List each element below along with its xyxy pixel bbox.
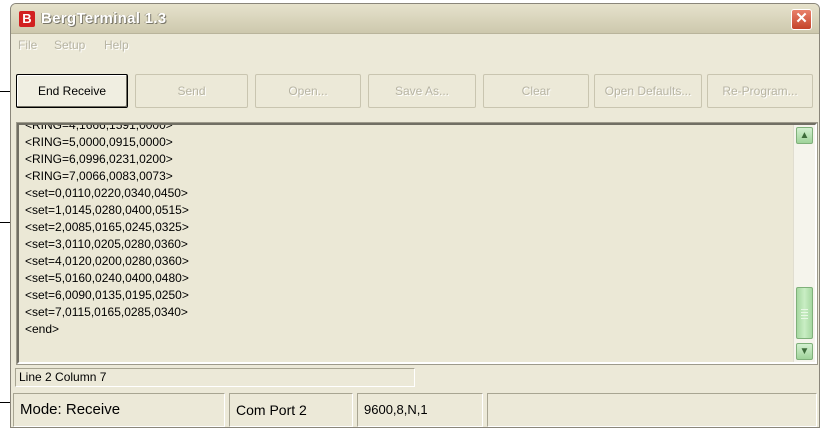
terminal-line: <RING=6,0996,0231,0200>: [25, 152, 173, 166]
status-bar: Mode: Receive Com Port 2 9600,8,N,1: [11, 392, 819, 427]
status-panel-empty: [487, 393, 817, 427]
menu-help[interactable]: Help: [104, 38, 129, 52]
app-logo-icon: B: [19, 11, 35, 27]
mode-status: Mode: Receive: [13, 393, 225, 427]
thumb-grip: [801, 309, 808, 310]
terminal-line: <RING=7,0066,0083,0073>: [25, 169, 173, 183]
app-window: B BergTerminal 1.3 ✕ File Setup Help End…: [10, 3, 820, 428]
terminal-line: <RING=4,1666,1591,0000>: [25, 125, 173, 132]
re-program-button[interactable]: Re-Program...: [707, 74, 813, 108]
menu-file[interactable]: File: [18, 38, 37, 52]
vertical-scrollbar[interactable]: ▲ ▼: [793, 125, 815, 362]
menu-bar: File Setup Help: [11, 35, 819, 55]
com-port-status: Com Port 2: [229, 393, 353, 427]
send-button[interactable]: Send: [135, 74, 248, 108]
terminal-line: <set=2,0085,0165,0245,0325>: [25, 220, 189, 234]
window-title: BergTerminal 1.3: [41, 10, 167, 27]
menu-setup[interactable]: Setup: [54, 38, 85, 52]
scroll-up-icon[interactable]: ▲: [796, 127, 813, 144]
open-defaults-button[interactable]: Open Defaults...: [594, 74, 702, 108]
terminal-frame: <RING=4,1666,1591,0000> <RING=5,0000,0915…: [16, 122, 818, 365]
save-as-button[interactable]: Save As...: [368, 74, 476, 108]
terminal-line: <end>: [25, 322, 60, 336]
port-settings-status: 9600,8,N,1: [357, 393, 483, 427]
terminal-line: <set=5,0160,0240,0400,0480>: [25, 271, 189, 285]
terminal-line: <set=3,0110,0205,0280,0360>: [25, 237, 188, 251]
scroll-down-icon[interactable]: ▼: [796, 343, 813, 360]
scroll-thumb[interactable]: [796, 287, 813, 339]
clear-button[interactable]: Clear: [483, 74, 589, 108]
end-receive-button[interactable]: End Receive: [16, 74, 128, 108]
terminal-line: <set=4,0120,0200,0280,0360>: [25, 254, 189, 268]
open-button[interactable]: Open...: [255, 74, 361, 108]
thumb-grip: [801, 318, 808, 319]
terminal-line: <set=0,0110,0220,0340,0450>: [25, 186, 188, 200]
thumb-grip: [801, 312, 808, 313]
terminal-line: <set=1,0145,0280,0400,0515>: [25, 203, 189, 217]
terminal-line: <set=7,0115,0165,0285,0340>: [25, 305, 188, 319]
toolbar: End Receive Send Open... Save As... Clea…: [11, 59, 819, 119]
terminal-line: <RING=5,0000,0915,0000>: [25, 135, 173, 149]
thumb-grip: [801, 315, 808, 316]
terminal-line: <set=6,0090,0135,0195,0250>: [25, 288, 189, 302]
terminal-text-area[interactable]: <RING=4,1666,1591,0000> <RING=5,0000,0915…: [19, 125, 793, 362]
cursor-position: Line 2 Column 7: [15, 368, 415, 387]
title-bar[interactable]: B BergTerminal 1.3 ✕: [11, 4, 819, 34]
close-button[interactable]: ✕: [791, 9, 812, 30]
